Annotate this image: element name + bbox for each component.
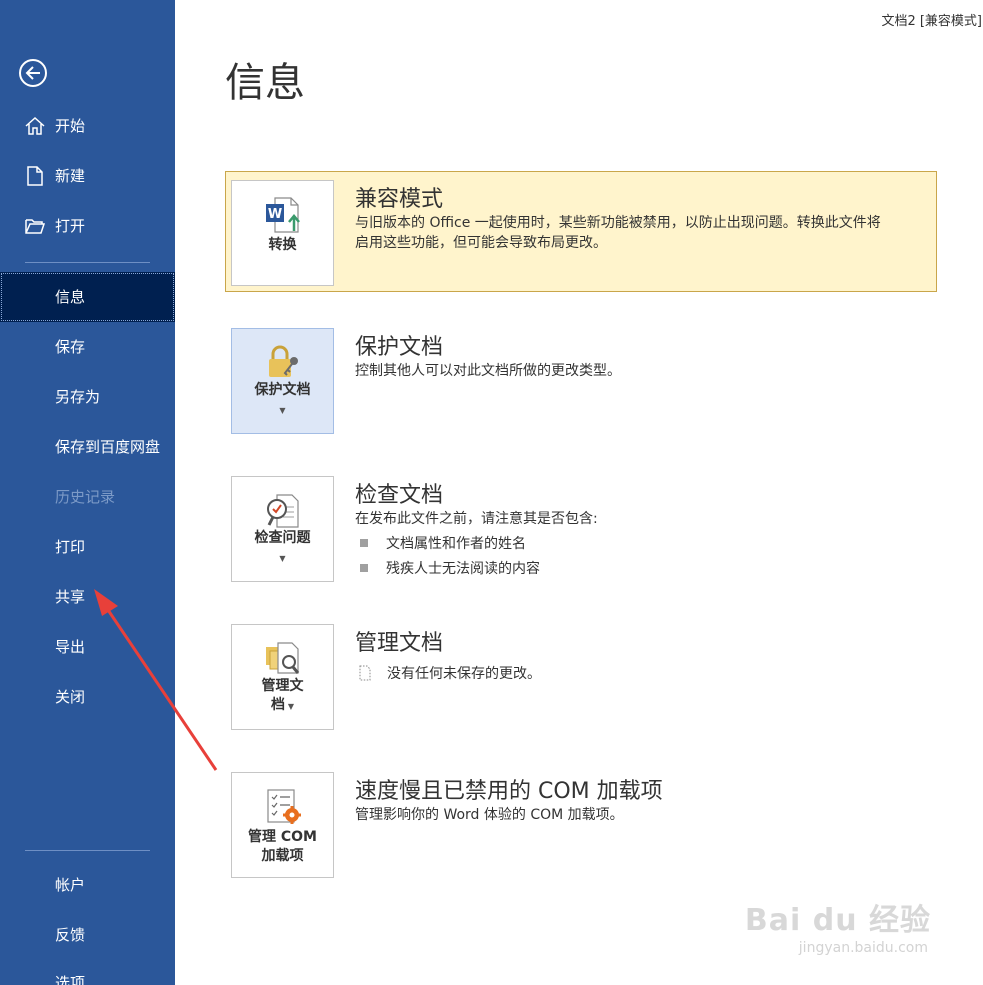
inspect-bullet-text: 残疾人士无法阅读的内容	[386, 561, 540, 577]
sidebar-item-label: 新建	[55, 167, 86, 185]
bullet-icon	[360, 564, 368, 572]
manage-document-button[interactable]: 管理文 档 ▼	[231, 624, 334, 730]
convert-button[interactable]: W 转换	[231, 180, 334, 286]
sidebar-divider	[25, 262, 150, 263]
sidebar-item-print[interactable]: 打印	[0, 522, 175, 572]
page-title: 信息	[225, 60, 305, 106]
sidebar-item-label: 开始	[55, 117, 86, 135]
inspect-document-icon	[266, 494, 299, 528]
sidebar-item-feedback[interactable]: 反馈	[0, 910, 175, 960]
manage-document-icon	[265, 642, 299, 674]
bullet-icon	[360, 539, 368, 547]
protect-document-label: 保护文档	[254, 382, 311, 398]
com-desc: 管理影响你的 Word 体验的 COM 加载项。	[355, 807, 624, 823]
protect-document-button[interactable]: 保护文档 ▼	[231, 328, 334, 434]
word-convert-icon: W	[265, 197, 300, 233]
home-icon	[25, 116, 45, 135]
sidebar-item-home[interactable]: 开始	[0, 101, 175, 151]
sidebar-item-options[interactable]: 选项	[0, 958, 175, 985]
check-issues-label: 检查问题	[254, 530, 311, 546]
sidebar-item-label: 保存到百度网盘	[55, 438, 161, 456]
sidebar-item-share[interactable]: 共享	[0, 572, 175, 622]
lock-key-icon	[268, 345, 298, 377]
com-addins-gear-icon	[266, 789, 301, 824]
sidebar-item-label: 保存	[55, 338, 86, 356]
sidebar-item-account[interactable]: 帐户	[0, 860, 175, 910]
chevron-down-icon: ▼	[285, 702, 294, 711]
manage-status: 没有任何未保存的更改。	[355, 663, 541, 683]
sidebar-item-label: 打印	[55, 538, 86, 556]
sidebar-item-open[interactable]: 打开	[0, 201, 175, 251]
manage-title: 管理文档	[355, 631, 444, 656]
protect-desc: 控制其他人可以对此文档所做的更改类型。	[355, 363, 621, 379]
baidu-watermark-url: jingyan.baidu.com	[798, 940, 928, 956]
sidebar-item-label: 导出	[55, 638, 86, 656]
chevron-down-icon: ▼	[279, 554, 286, 563]
sidebar-item-label: 选项	[55, 974, 86, 985]
inspect-title: 检查文档	[355, 483, 444, 508]
back-arrow-icon	[25, 66, 40, 80]
sidebar-item-save[interactable]: 保存	[0, 322, 175, 372]
compat-desc-line1: 与旧版本的 Office 一起使用时，某些新功能被禁用，以防止出现问题。转换此文…	[355, 215, 881, 231]
sidebar-item-new[interactable]: 新建	[0, 151, 175, 201]
document-dotted-icon	[359, 665, 371, 681]
sidebar-item-label: 帐户	[55, 876, 86, 894]
backstage-sidebar: 开始 新建 打开 信息 保存 另存为 保存到百度网盘 历史记录 打印 共享 导出…	[0, 0, 175, 985]
back-button[interactable]	[19, 59, 47, 87]
sidebar-item-close[interactable]: 关闭	[0, 672, 175, 722]
manage-com-label-line2: 加载项	[261, 848, 304, 864]
protect-title: 保护文档	[355, 335, 444, 360]
sidebar-item-label: 反馈	[55, 926, 86, 944]
list-item: 残疾人士无法阅读的内容	[355, 558, 540, 578]
manage-desc: 没有任何未保存的更改。	[387, 666, 541, 682]
compat-title: 兼容模式	[355, 187, 444, 212]
svg-text:W: W	[267, 207, 281, 222]
list-item: 文档属性和作者的姓名	[355, 533, 526, 553]
compat-desc-line2: 启用这些功能，但可能会导致布局更改。	[355, 235, 607, 251]
sidebar-item-info[interactable]: 信息	[0, 272, 175, 322]
manage-com-label-line1: 管理 COM	[248, 829, 317, 845]
sidebar-item-history: 历史记录	[0, 472, 175, 522]
manage-document-label-line2: 档 ▼	[271, 697, 294, 713]
window-title: 文档2 [兼容模式]	[881, 14, 982, 29]
sidebar-item-label: 关闭	[55, 688, 86, 706]
inspect-bullet-text: 文档属性和作者的姓名	[386, 536, 526, 552]
convert-label: 转换	[268, 237, 297, 253]
manage-document-label-line1: 管理文	[261, 678, 304, 694]
sidebar-item-label: 信息	[55, 288, 86, 306]
new-document-icon	[27, 166, 43, 186]
folder-open-icon	[25, 219, 46, 234]
chevron-down-icon: ▼	[279, 406, 286, 415]
manage-com-addins-button[interactable]: 管理 COM 加载项	[231, 772, 334, 878]
baidu-watermark-logo: Bai du 经验	[744, 903, 931, 938]
sidebar-item-label: 另存为	[55, 388, 101, 406]
sidebar-item-label: 历史记录	[55, 488, 116, 506]
sidebar-divider	[25, 850, 150, 851]
sidebar-item-save-as[interactable]: 另存为	[0, 372, 175, 422]
sidebar-item-label: 打开	[55, 217, 86, 235]
sidebar-item-label: 共享	[55, 588, 86, 606]
sidebar-item-save-to-baidu[interactable]: 保存到百度网盘	[0, 422, 175, 472]
sidebar-item-export[interactable]: 导出	[0, 622, 175, 672]
com-title: 速度慢且已禁用的 COM 加载项	[355, 779, 663, 804]
inspect-desc: 在发布此文件之前，请注意其是否包含:	[355, 511, 598, 527]
check-issues-button[interactable]: 检查问题 ▼	[231, 476, 334, 582]
